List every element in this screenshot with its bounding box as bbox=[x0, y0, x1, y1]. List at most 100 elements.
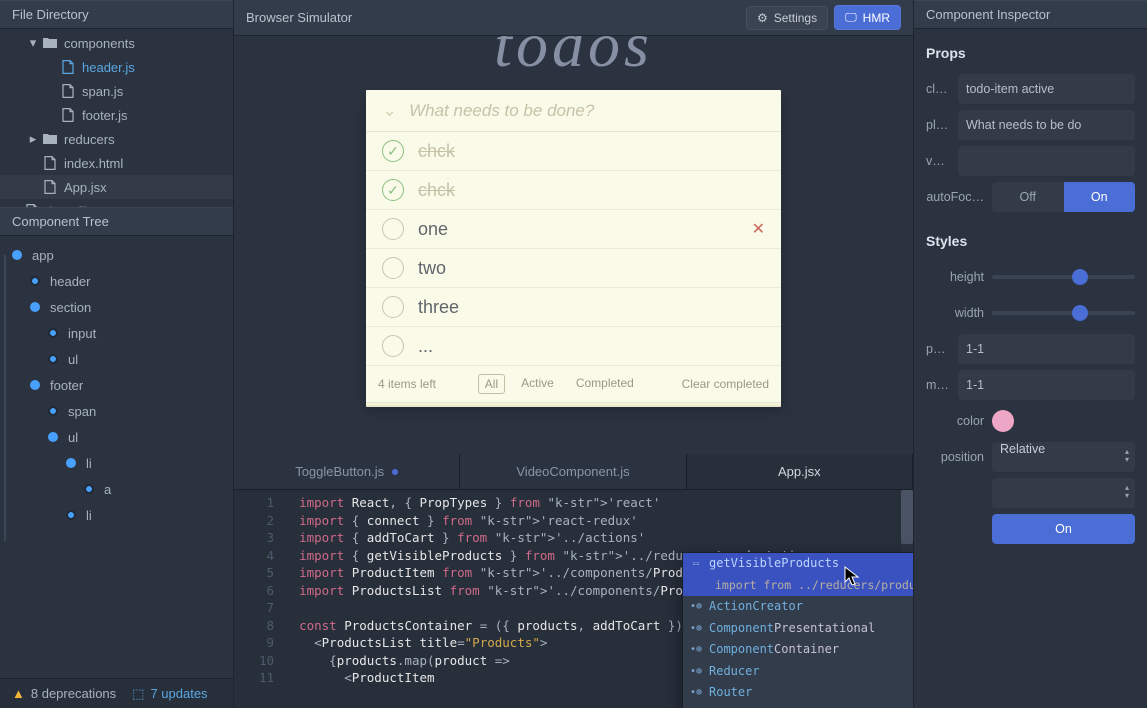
file-tree: ▾componentsheader.jsspan.js footer.js ▸ red… bbox=[0, 29, 233, 207]
todo-item[interactable]: three bbox=[366, 288, 781, 327]
node-label: ul bbox=[68, 352, 78, 367]
autocomplete-import: import from ../reducers/products bbox=[683, 575, 913, 597]
margin-input[interactable] bbox=[958, 370, 1135, 400]
updates-status[interactable]: ⬚ 7 updates bbox=[132, 686, 207, 702]
file-label: reducers bbox=[64, 132, 115, 147]
component-tree-item[interactable]: header bbox=[0, 268, 233, 294]
dirty-indicator-icon bbox=[392, 469, 398, 475]
filter-active[interactable]: Active bbox=[515, 374, 560, 394]
disclosure-icon bbox=[26, 180, 40, 194]
todo-checkbox[interactable] bbox=[382, 179, 404, 201]
classname-input[interactable] bbox=[958, 74, 1135, 104]
file-tree-item[interactable]: index.html bbox=[0, 151, 233, 175]
autocomplete-item[interactable]: •⊕ComponentContainer bbox=[683, 639, 913, 661]
autocomplete-item[interactable]: •⊕Router bbox=[683, 682, 913, 704]
settings-button[interactable]: ⚙ Settings bbox=[746, 6, 828, 30]
browser-simulator-header: Browser Simulator bbox=[246, 10, 352, 25]
file-label: footer.js bbox=[82, 108, 128, 123]
todo-item[interactable]: one✕ bbox=[366, 210, 781, 249]
filter-all[interactable]: All bbox=[478, 374, 505, 394]
component-tree-header: Component Tree bbox=[0, 207, 233, 236]
snippet-icon: •⊕ bbox=[689, 600, 703, 614]
component-tree-item[interactable]: ul bbox=[0, 424, 233, 450]
file-tree-item[interactable]: App.jsx bbox=[0, 175, 233, 199]
value-input[interactable] bbox=[958, 146, 1135, 176]
file-tree-item[interactable]: span.js bbox=[0, 79, 233, 103]
autocomplete-item[interactable]: •⊕EntryPoint bbox=[683, 704, 913, 708]
monitor-icon: 🖵 bbox=[845, 10, 857, 25]
updates-label: 7 updates bbox=[150, 686, 207, 701]
component-tree-item[interactable]: li bbox=[0, 502, 233, 528]
mouse-cursor-icon bbox=[844, 566, 860, 588]
settings-label: Settings bbox=[774, 11, 817, 25]
autocomplete-popup[interactable]: ▭ getVisibleProducts import from ../redu… bbox=[682, 552, 913, 708]
delete-todo-button[interactable]: ✕ bbox=[752, 219, 765, 239]
todo-item[interactable]: chck bbox=[366, 132, 781, 171]
file-tree-item[interactable]: header.js bbox=[0, 55, 233, 79]
toggle-on-button[interactable]: On bbox=[992, 514, 1135, 544]
folder-icon bbox=[42, 35, 58, 51]
file-tree-item[interactable]: .icon-file-text bbox=[0, 199, 233, 207]
file-label: components bbox=[64, 36, 135, 51]
height-slider[interactable] bbox=[992, 275, 1135, 279]
todo-checkbox[interactable] bbox=[382, 335, 404, 357]
file-icon bbox=[42, 179, 58, 195]
classname-label: classNa… bbox=[926, 82, 950, 96]
node-dot-icon bbox=[48, 328, 58, 338]
hmr-button[interactable]: 🖵 HMR bbox=[834, 5, 901, 30]
file-tree-item[interactable]: footer.js bbox=[0, 103, 233, 127]
todo-checkbox[interactable] bbox=[382, 257, 404, 279]
props-header: Props bbox=[926, 45, 1135, 61]
warning-icon: ▲ bbox=[12, 686, 25, 701]
autofocus-off-button[interactable]: Off bbox=[992, 182, 1064, 212]
padding-input[interactable] bbox=[958, 334, 1135, 364]
component-tree-item[interactable]: a bbox=[0, 476, 233, 502]
component-tree-item[interactable]: ul bbox=[0, 346, 233, 372]
autocomplete-item[interactable]: •⊕Reducer bbox=[683, 661, 913, 683]
todo-item[interactable]: chck bbox=[366, 171, 781, 210]
component-tree-item[interactable]: span bbox=[0, 398, 233, 424]
autocomplete-item[interactable]: ▭ getVisibleProducts bbox=[683, 553, 913, 575]
component-tree-item[interactable]: li bbox=[0, 450, 233, 476]
hmr-label: HMR bbox=[863, 11, 890, 25]
clear-completed-button[interactable]: Clear completed bbox=[682, 377, 769, 391]
todo-item[interactable]: ... bbox=[366, 327, 781, 366]
disclosure-icon: ▸ bbox=[26, 132, 40, 146]
component-tree-item[interactable]: app bbox=[0, 242, 233, 268]
autocomplete-item[interactable]: •⊕ActionCreator bbox=[683, 596, 913, 618]
todo-checkbox[interactable] bbox=[382, 296, 404, 318]
new-todo-input[interactable]: What needs to be done? bbox=[409, 101, 594, 121]
disclosure-icon bbox=[44, 108, 58, 122]
editor-tab[interactable]: VideoComponent.js bbox=[460, 454, 686, 489]
width-label: width bbox=[926, 306, 984, 320]
margin-label: margin bbox=[926, 378, 950, 392]
todo-checkbox[interactable] bbox=[382, 140, 404, 162]
secondary-select[interactable]: ▴▾ bbox=[992, 478, 1135, 508]
node-dot-icon bbox=[48, 406, 58, 416]
code-editor[interactable]: 1234567891011 import React, { PropTypes … bbox=[234, 490, 913, 708]
editor-tab[interactable]: ToggleButton.js bbox=[234, 454, 460, 489]
component-tree-item[interactable]: input bbox=[0, 320, 233, 346]
todo-checkbox[interactable] bbox=[382, 218, 404, 240]
autofocus-on-button[interactable]: On bbox=[1064, 182, 1136, 212]
component-tree: appheadersectioninputulfooterspanulliali bbox=[0, 236, 233, 678]
position-select[interactable]: Relative ▴▾ bbox=[992, 442, 1135, 472]
autocomplete-item[interactable]: •⊕ComponentPresentational bbox=[683, 618, 913, 640]
todo-item[interactable]: two bbox=[366, 249, 781, 288]
filter-completed[interactable]: Completed bbox=[570, 374, 640, 394]
placeholder-input[interactable] bbox=[958, 110, 1135, 140]
node-label: header bbox=[50, 274, 90, 289]
file-tree-item[interactable]: ▾components bbox=[0, 31, 233, 55]
deprecations-label: 8 deprecations bbox=[31, 686, 116, 701]
color-swatch[interactable] bbox=[992, 410, 1014, 432]
width-slider[interactable] bbox=[992, 311, 1135, 315]
component-tree-item[interactable]: section bbox=[0, 294, 233, 320]
gear-icon: ⚙ bbox=[757, 11, 768, 25]
component-tree-item[interactable]: footer bbox=[0, 372, 233, 398]
file-tree-item[interactable]: ▸ reducers bbox=[0, 127, 233, 151]
editor-tab[interactable]: App.jsx bbox=[687, 454, 913, 489]
node-label: app bbox=[32, 248, 54, 263]
new-todo-row[interactable]: ⌄ What needs to be done? bbox=[366, 90, 781, 132]
chevron-down-icon: ⌄ bbox=[382, 100, 397, 121]
deprecations-status[interactable]: ▲ 8 deprecations bbox=[12, 686, 116, 701]
